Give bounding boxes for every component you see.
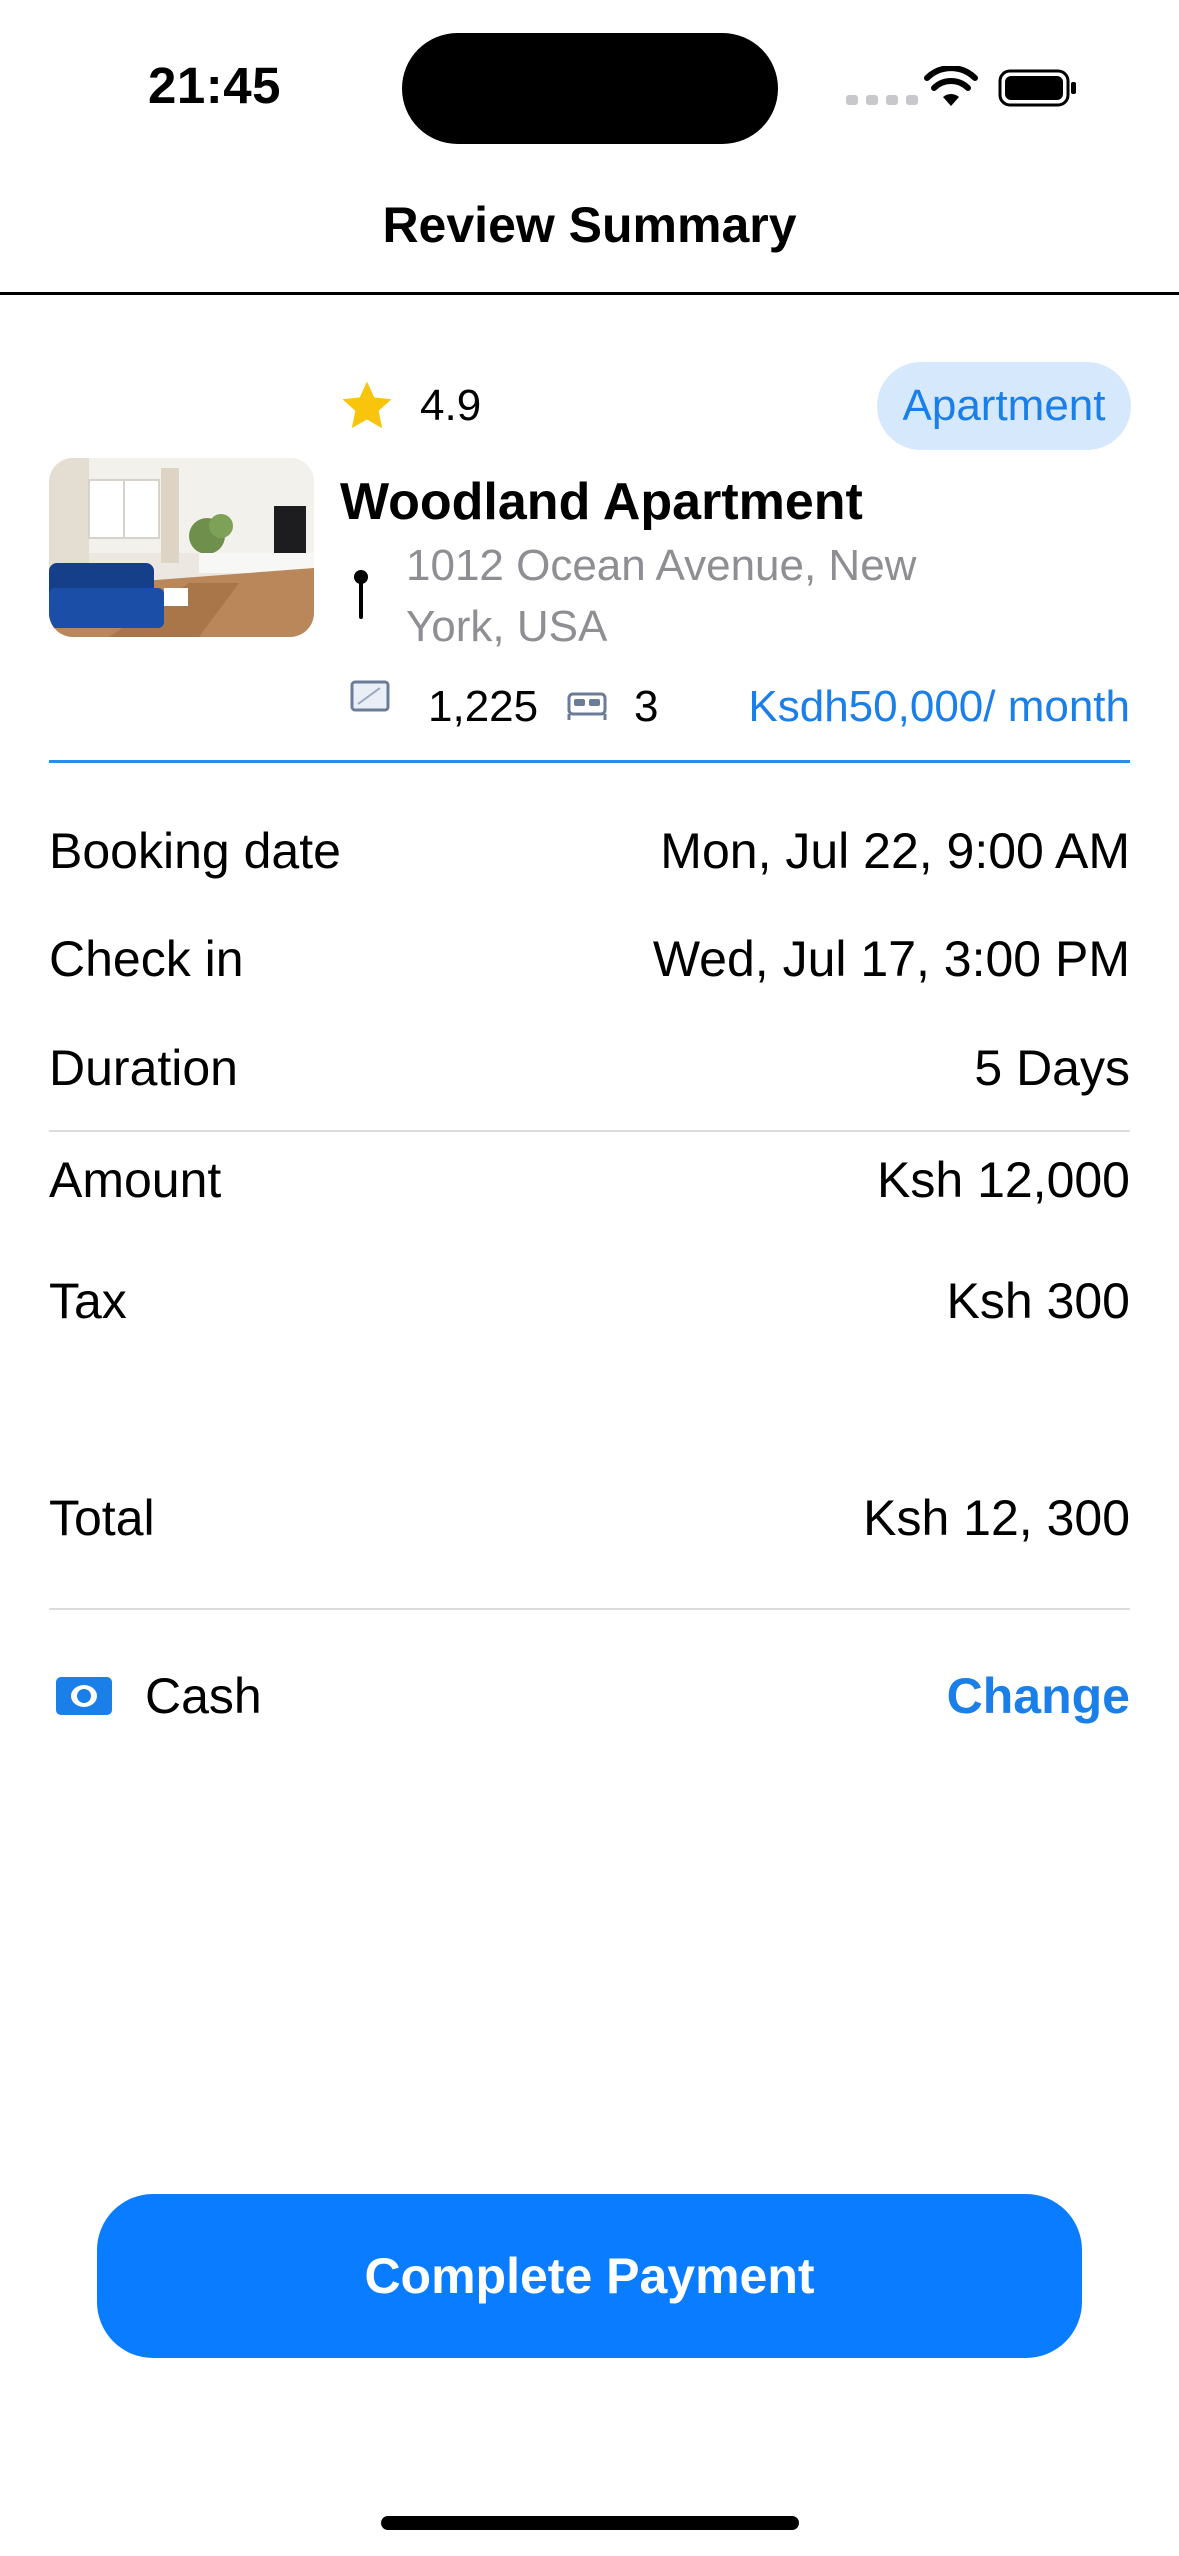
wifi-icon [924, 66, 978, 106]
amount-value: Ksh 12,000 [877, 1152, 1130, 1208]
payment-method-label: Cash [145, 1668, 262, 1724]
property-address: 1012 Ocean Avenue, New York, USA [406, 541, 917, 651]
details-divider [49, 1130, 1130, 1132]
card-divider [49, 760, 1130, 763]
complete-payment-button[interactable]: Complete Payment [97, 2194, 1082, 2358]
bed-icon [567, 692, 607, 720]
booking-date-row: Booking date Mon, Jul 22, 9:00 AM [49, 822, 1130, 880]
location-pin-icon [354, 570, 368, 619]
area-icon [350, 680, 390, 712]
check-in-value: Wed, Jul 17, 3:00 PM [652, 931, 1130, 987]
booking-date-value: Mon, Jul 22, 9:00 AM [660, 823, 1130, 879]
tax-row: Tax Ksh 300 [49, 1272, 1130, 1330]
property-price: Ksdh50,000/ month [748, 682, 1130, 731]
duration-row: Duration 5 Days [49, 1039, 1130, 1097]
check-in-label: Check in [49, 931, 244, 987]
total-value: Ksh 12, 300 [863, 1490, 1130, 1546]
signal-icon [846, 95, 918, 105]
tax-value: Ksh 300 [946, 1273, 1130, 1329]
booking-date-label: Booking date [49, 823, 341, 879]
change-payment-button[interactable]: Change [947, 1667, 1130, 1725]
star-icon [342, 381, 392, 429]
bedrooms-value: 3 [634, 682, 659, 731]
check-in-row: Check in Wed, Jul 17, 3:00 PM [49, 930, 1130, 988]
area-value: 1,225 [428, 682, 539, 731]
dynamic-island [402, 33, 778, 144]
property-name: Woodland Apartment [340, 473, 863, 531]
total-divider [49, 1608, 1130, 1610]
amount-label: Amount [49, 1152, 222, 1208]
rating-value: 4.9 [420, 381, 482, 430]
amount-row: Amount Ksh 12,000 [49, 1151, 1130, 1209]
cash-icon [56, 1677, 112, 1715]
status-time: 21:45 [148, 57, 281, 114]
duration-label: Duration [49, 1040, 238, 1096]
review-summary-screen: 21:45 Review Summary 4.9 Apartment Woodl… [0, 0, 1179, 2556]
property-type-badge: Apartment [877, 362, 1131, 450]
property-photo [49, 458, 314, 637]
nav-divider [0, 292, 1179, 295]
battery-icon [998, 69, 1076, 107]
tax-label: Tax [49, 1273, 127, 1329]
home-indicator[interactable] [381, 2516, 799, 2530]
page-title: Review Summary [382, 197, 797, 253]
total-row: Total Ksh 12, 300 [49, 1489, 1130, 1547]
total-label: Total [49, 1490, 155, 1546]
duration-value: 5 Days [974, 1040, 1130, 1096]
